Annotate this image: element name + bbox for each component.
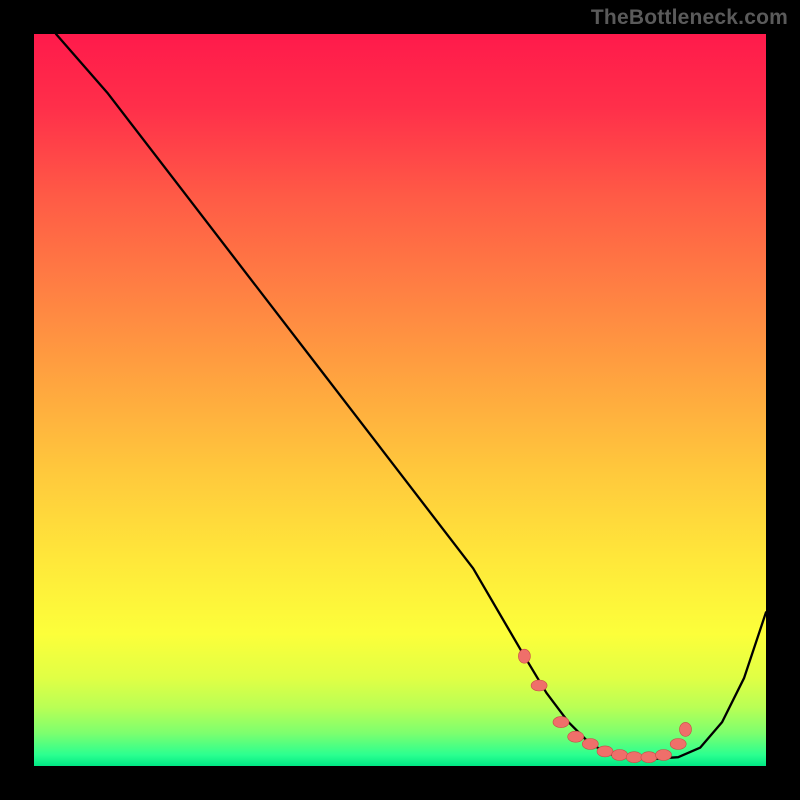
- marker-point: [656, 750, 672, 761]
- chart-frame: TheBottleneck.com: [0, 0, 800, 800]
- marker-point: [612, 750, 628, 761]
- chart-curve: [34, 34, 766, 766]
- marker-point: [531, 680, 547, 691]
- marker-point: [553, 717, 569, 728]
- marker-point: [597, 746, 613, 757]
- marker-point: [670, 739, 686, 750]
- marker-point: [626, 752, 642, 763]
- marker-point: [582, 739, 598, 750]
- marker-point: [641, 752, 657, 763]
- marker-point: [680, 722, 692, 736]
- marker-point: [568, 731, 584, 742]
- plot-area: [34, 34, 766, 766]
- marker-point: [518, 649, 530, 663]
- watermark-text: TheBottleneck.com: [591, 6, 788, 30]
